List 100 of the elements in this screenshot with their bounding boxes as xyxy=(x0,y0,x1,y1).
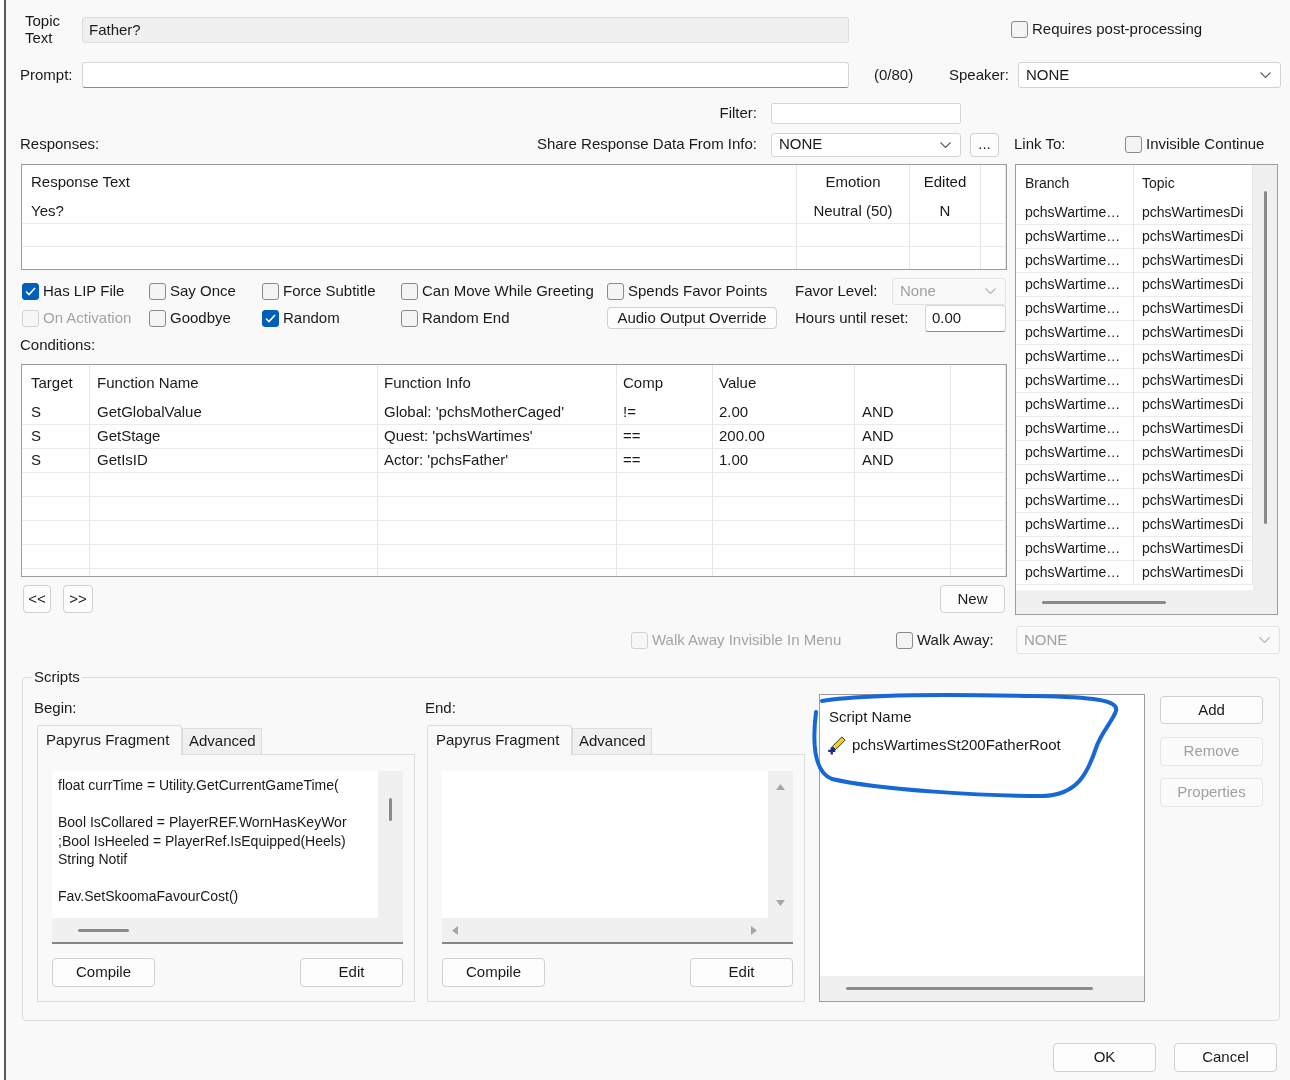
list-cell[interactable]: pchsWartimesDi xyxy=(1134,513,1253,536)
list-cell[interactable]: pchsWartime… xyxy=(1016,297,1134,320)
list-cell[interactable]: pchsWartimesDi xyxy=(1134,249,1253,272)
ok-button[interactable]: OK xyxy=(1053,1043,1156,1072)
dropdown[interactable]: NONE xyxy=(771,132,961,157)
checkbox[interactable] xyxy=(262,282,279,300)
filter-field[interactable] xyxy=(771,103,961,124)
compile-button[interactable]: Compile xyxy=(52,958,155,987)
list-cell[interactable]: pchsWartimesDi xyxy=(1134,441,1253,464)
list-cell[interactable]: pchsWartime… xyxy=(1016,561,1134,584)
checkbox[interactable] xyxy=(1011,20,1028,38)
checkbox[interactable] xyxy=(401,282,418,300)
list-cell[interactable]: pchsWartime… xyxy=(1016,513,1134,536)
edit-button[interactable]: Edit xyxy=(690,958,793,987)
list-cell[interactable]: pchsWartime… xyxy=(1016,273,1134,296)
tab[interactable]: Papyrus Fragment xyxy=(427,725,572,755)
list-cell[interactable]: pchsWartime… xyxy=(1016,393,1134,416)
list-cell[interactable]: pchsWartime… xyxy=(1016,321,1134,344)
column-header[interactable]: Comp xyxy=(617,365,713,401)
checkbox[interactable] xyxy=(896,631,913,649)
checkbox[interactable] xyxy=(149,282,166,300)
table-cell: AND xyxy=(855,425,951,448)
chevron-down-icon xyxy=(1260,72,1271,78)
scroll-down-arrow-icon[interactable] xyxy=(776,900,785,906)
scroll-left-arrow-icon[interactable] xyxy=(452,925,458,935)
cancel-button[interactable]: Cancel xyxy=(1174,1043,1277,1072)
list-cell[interactable]: pchsWartimesDi xyxy=(1134,225,1253,248)
column-header[interactable]: Target xyxy=(22,365,90,401)
list-cell[interactable]: pchsWartimesDi xyxy=(1134,297,1253,320)
column-header[interactable]: Value xyxy=(713,365,855,401)
table-cell: S xyxy=(22,425,90,448)
list-cell[interactable]: pchsWartime… xyxy=(1016,465,1134,488)
list-cell[interactable]: pchsWartime… xyxy=(1016,417,1134,440)
scrollbar-thumb[interactable] xyxy=(389,798,392,821)
action-button[interactable]: Audio Output Override xyxy=(607,307,777,329)
add-button[interactable]: Add xyxy=(1160,696,1263,724)
tab[interactable]: Papyrus Fragment xyxy=(37,725,182,755)
checkbox[interactable] xyxy=(262,309,279,327)
field-label: Share Response Data From Info: xyxy=(536,134,757,155)
list-cell[interactable]: pchsWartimesDi xyxy=(1134,345,1253,368)
column-header[interactable]: Script Name xyxy=(829,707,912,725)
new-button[interactable]: New xyxy=(940,585,1005,613)
column-header[interactable]: Topic xyxy=(1134,165,1253,201)
checkbox[interactable] xyxy=(149,309,166,327)
tab[interactable]: Advanced xyxy=(182,728,262,754)
list-cell[interactable]: pchsWartimesDi xyxy=(1134,417,1253,440)
list-cell[interactable]: pchsWartimesDi xyxy=(1134,489,1253,512)
horizontal-scrollbar[interactable] xyxy=(820,976,1144,1001)
prompt-field[interactable] xyxy=(82,62,849,88)
list-cell[interactable]: pchsWartimesDi xyxy=(1134,393,1253,416)
scroll-right-arrow-icon[interactable] xyxy=(751,925,757,935)
list-cell[interactable]: pchsWartimesDi xyxy=(1134,465,1253,488)
checkbox[interactable] xyxy=(22,282,39,300)
tab[interactable]: Advanced xyxy=(572,728,652,754)
list-cell[interactable]: pchsWartime… xyxy=(1016,225,1134,248)
checkbox-label: Spends Favor Points xyxy=(628,280,768,301)
dropdown[interactable]: NONE xyxy=(1018,62,1281,88)
scrollbar-thumb[interactable] xyxy=(1042,600,1166,604)
section-label: Link To: xyxy=(1014,135,1066,153)
compile-button[interactable]: Compile xyxy=(442,958,545,987)
checkbox[interactable] xyxy=(1125,136,1142,153)
table-cell: GetGlobalValue xyxy=(90,401,378,424)
checkbox-label: Goodbye xyxy=(170,307,231,328)
table-cell: 200.00 xyxy=(713,425,855,448)
input-field[interactable]: 0.00 xyxy=(925,304,1006,332)
checkbox[interactable] xyxy=(401,309,418,327)
table-cell: GetStage xyxy=(90,425,378,448)
column-header[interactable]: Response Text xyxy=(22,165,797,200)
list-cell[interactable]: pchsWartimesDi xyxy=(1134,201,1253,224)
scrollbar-thumb[interactable] xyxy=(1263,191,1267,524)
list-cell[interactable]: pchsWartime… xyxy=(1016,369,1134,392)
list-cell[interactable]: pchsWartimesDi xyxy=(1134,369,1253,392)
scroll-up-arrow-icon[interactable] xyxy=(776,784,785,790)
column-header[interactable]: Emotion xyxy=(797,165,910,200)
table-cell: S xyxy=(22,449,90,472)
topic-text-field[interactable]: Father? xyxy=(82,17,849,43)
list-cell[interactable]: pchsWartime… xyxy=(1016,441,1134,464)
scrollbar-thumb[interactable] xyxy=(78,928,129,932)
list-cell[interactable]: pchsWartime… xyxy=(1016,249,1134,272)
script-name[interactable]: pchsWartimesSt200FatherRoot xyxy=(852,733,1061,757)
list-cell[interactable]: pchsWartime… xyxy=(1016,345,1134,368)
column-header[interactable]: Function Name xyxy=(90,365,378,401)
list-cell[interactable]: pchsWartimesDi xyxy=(1134,273,1253,296)
chevron-down-icon xyxy=(1259,637,1270,643)
list-cell[interactable]: pchsWartime… xyxy=(1016,201,1134,224)
more-button[interactable]: ... xyxy=(970,132,999,157)
code-editor[interactable]: float currTime = Utility.GetCurrentGameTime( Bool IsCollared = PlayerREF.WornHasKeyWor ;Bool IsHeeled = PlayerRef.IsEquipped(Heels) String Notif Fav.SetSkoomaFavourCost() xyxy=(52,771,403,944)
edit-button[interactable]: Edit xyxy=(300,958,403,987)
checkbox[interactable] xyxy=(607,282,624,300)
column-header[interactable]: Function Info xyxy=(378,365,617,401)
list-cell[interactable]: pchsWartimesDi xyxy=(1134,321,1253,344)
column-header[interactable]: Edited xyxy=(910,165,981,200)
scrollbar-thumb[interactable] xyxy=(846,987,1093,990)
list-cell[interactable]: pchsWartime… xyxy=(1016,489,1134,512)
next-button[interactable]: >> xyxy=(63,585,93,613)
list-cell[interactable]: pchsWartimesDi xyxy=(1134,537,1253,560)
list-cell[interactable]: pchsWartime… xyxy=(1016,537,1134,560)
column-header[interactable]: Branch xyxy=(1016,165,1134,201)
list-cell[interactable]: pchsWartimesDi xyxy=(1134,561,1253,584)
previous-button[interactable]: << xyxy=(23,585,51,613)
